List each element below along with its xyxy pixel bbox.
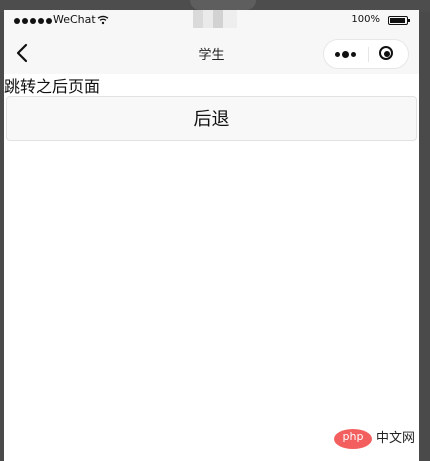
close-button[interactable] [378,45,396,63]
battery-percentage: 100% [351,14,380,25]
more-dots-icon [335,51,356,58]
mini-program-capsule [323,39,409,69]
status-bar: WeChat 100% [4,10,419,32]
signal-strength-icon [14,18,52,24]
camera-notch [190,0,256,10]
watermark-text: 中文网 [376,431,416,446]
page-message: 跳转之后页面 [4,77,101,96]
back-action-button[interactable]: 后退 [6,96,417,141]
target-dot-icon [384,51,390,57]
php-logo: php [334,429,372,449]
status-pixel-blur [193,10,237,28]
php-logo-text: php [342,430,364,443]
php-cn-watermark: php 中文网 [334,428,419,450]
navigation-bar: 学生 [4,32,419,74]
wifi-icon [97,15,109,25]
phone-screen: WeChat 100% 学生 跳转之后页面 后退 php 中文网 [4,10,419,461]
battery-icon [388,16,410,25]
capsule-divider [368,47,369,62]
more-button[interactable] [324,40,368,68]
carrier-name: WeChat [53,13,96,26]
